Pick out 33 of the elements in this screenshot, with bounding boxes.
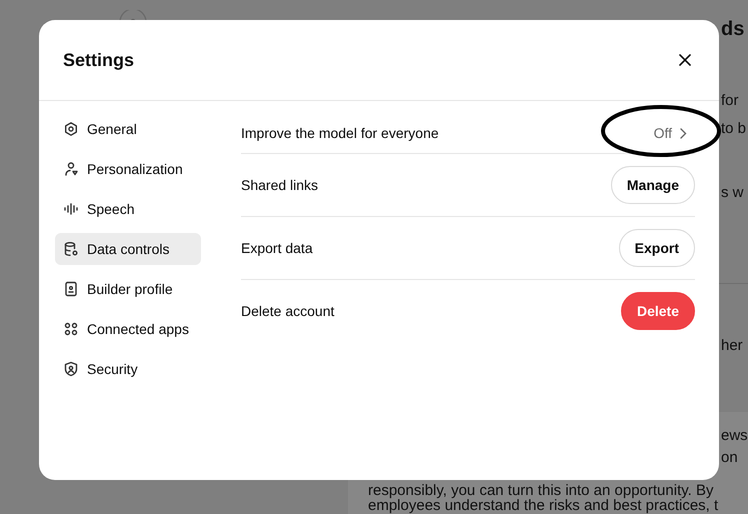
shield-icon: [63, 361, 79, 377]
body-text: on: [721, 449, 738, 466]
setting-label: Export data: [241, 240, 313, 256]
body-text: ews: [721, 427, 748, 444]
waveform-icon: [63, 201, 79, 217]
sidebar-item[interactable]: Builder profile: [55, 273, 201, 305]
body-text: s w: [721, 184, 744, 201]
body-text: responsibly, you can turn this into an opportunity. By: [368, 483, 714, 498]
setting-value[interactable]: Off: [646, 125, 695, 141]
delete-button[interactable]: Delete: [620, 292, 695, 330]
sidebar-item[interactable]: Data controls: [55, 233, 201, 265]
setting-label: Delete account: [241, 303, 334, 319]
heading-text: ds: [721, 18, 744, 41]
sidebar-item[interactable]: Speech: [55, 193, 201, 225]
id-card-icon: [63, 281, 79, 297]
sidebar-item[interactable]: General: [55, 113, 201, 145]
database-icon: [63, 241, 79, 257]
body-text: to b: [721, 120, 746, 137]
export-button[interactable]: Export: [618, 229, 695, 267]
manage-button[interactable]: Manage: [610, 166, 695, 204]
setting-label: Shared links: [241, 177, 318, 193]
gear-icon: [63, 121, 79, 137]
setting-label: Improve the model for everyone: [241, 125, 439, 141]
sidebar-item[interactable]: Personalization: [55, 153, 201, 185]
sidebar-item[interactable]: Connected apps: [55, 313, 201, 345]
grid-icon: [63, 321, 79, 337]
body-text: her: [721, 337, 743, 354]
person-icon: [63, 161, 79, 177]
dialog-title: Settings: [63, 50, 134, 70]
body-text: for: [721, 92, 739, 109]
sidebar-item[interactable]: Security: [55, 353, 201, 385]
chevron-right-icon: [680, 128, 687, 138]
body-text: employees understand the risks and best practices, t: [368, 498, 718, 513]
